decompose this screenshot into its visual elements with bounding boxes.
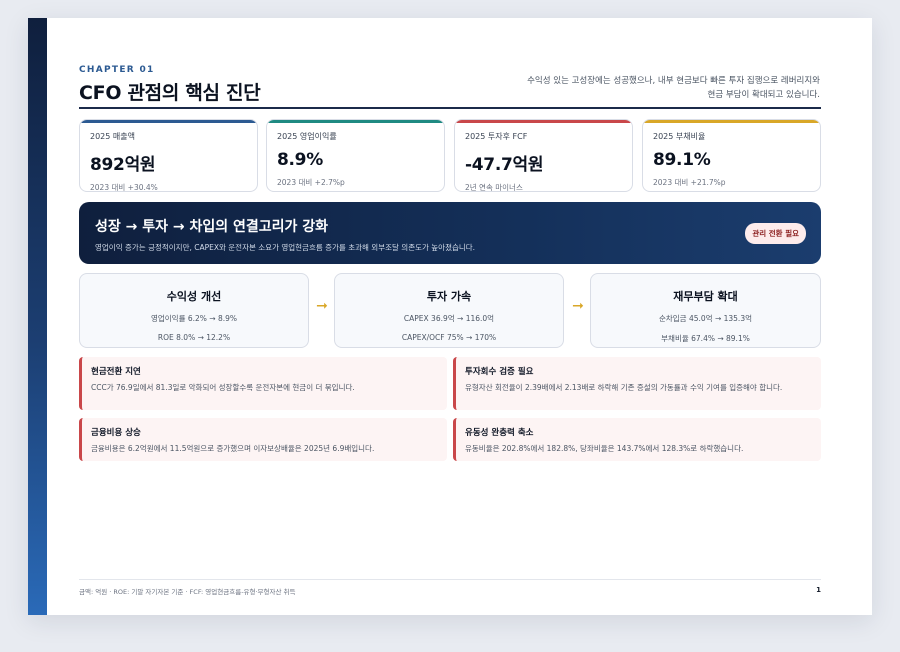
issue-text: 유형자산 회전율이 2.39배에서 2.13배로 하락해 기존 증설의 가동률과… bbox=[465, 383, 783, 392]
accent-bar bbox=[28, 18, 47, 615]
kpi-note: 2023 대비 +30.4% bbox=[90, 183, 158, 192]
kpi-value: -47.7억원 bbox=[465, 155, 544, 175]
kpi-label: 2025 부채비율 bbox=[653, 132, 706, 141]
kpi-note: 2023 대비 +2.7%p bbox=[277, 178, 345, 187]
issue-card-finance-cost: 금융비용 상승 금융비용은 6.2억원에서 11.5억원으로 증가했으며 이자보… bbox=[79, 418, 447, 461]
flow-metric: ROE 8.0% → 12.2% bbox=[157, 333, 231, 342]
kpi-label: 2025 투자후 FCF bbox=[465, 132, 528, 141]
flow-title: 수익성 개선 bbox=[166, 290, 222, 303]
kpi-card-operating-margin: 2025 영업이익률 8.9% 2023 대비 +2.7%p bbox=[266, 119, 445, 192]
flow-metric: 영업이익률 6.2% → 8.9% bbox=[150, 314, 238, 323]
page-number: 1 bbox=[816, 586, 821, 594]
kpi-note: 2023 대비 +21.7%p bbox=[653, 178, 726, 187]
kpi-card-fcf: 2025 투자후 FCF -47.7억원 2년 연속 마이너스 bbox=[454, 119, 633, 192]
flow-card-profitability: 수익성 개선 영업이익률 6.2% → 8.9% ROE 8.0% → 12.2… bbox=[79, 273, 309, 348]
page-title: CFO 관점의 핵심 진단 bbox=[79, 82, 261, 104]
report-page: CHAPTER 01 CFO 관점의 핵심 진단 수익성 있는 고성장에는 성공… bbox=[28, 18, 872, 615]
arrow-right-icon: ➞ bbox=[316, 298, 328, 314]
flow-metric: CAPEX 36.9억 → 116.0억 bbox=[403, 314, 495, 323]
footer-divider bbox=[79, 579, 821, 580]
issue-title: 투자회수 검증 필요 bbox=[465, 367, 534, 377]
flow-title: 재무부담 확대 bbox=[673, 290, 738, 303]
flow-card-financial-burden: 재무부담 확대 순차입금 45.0억 → 135.3억 부채비율 67.4% →… bbox=[590, 273, 821, 348]
issue-card-liquidity: 유동성 완충력 축소 유동비율은 202.8%에서 182.8%, 당좌비율은 … bbox=[453, 418, 821, 461]
kpi-value: 89.1% bbox=[653, 150, 711, 170]
kpi-card-debt-ratio: 2025 부채비율 89.1% 2023 대비 +21.7%p bbox=[642, 119, 821, 192]
flow-title: 투자 가속 bbox=[426, 290, 472, 303]
kpi-label: 2025 매출액 bbox=[90, 132, 135, 141]
status-badge: 관리 전환 필요 bbox=[745, 223, 806, 244]
issue-title: 현금전환 지연 bbox=[91, 367, 141, 377]
issue-text: CCC가 76.9일에서 81.3일로 악화되어 성장할수록 운전자본에 현금이… bbox=[91, 383, 355, 392]
banner-title: 성장 → 투자 → 차입의 연결고리가 강화 bbox=[95, 219, 329, 235]
issue-title: 금융비용 상승 bbox=[91, 428, 141, 438]
flow-metric: 부채비율 67.4% → 89.1% bbox=[661, 334, 750, 343]
kpi-card-revenue: 2025 매출액 892억원 2023 대비 +30.4% bbox=[79, 119, 258, 192]
issue-text: 금융비용은 6.2억원에서 11.5억원으로 증가했으며 이자보상배율은 202… bbox=[91, 444, 375, 453]
chapter-label: CHAPTER 01 bbox=[79, 65, 155, 75]
page-summary: 수익성 있는 고성장에는 성공했으나, 내부 현금보다 빠른 투자 집행으로 레… bbox=[527, 76, 820, 100]
title-divider bbox=[79, 107, 821, 109]
issue-card-investment-recovery: 투자회수 검증 필요 유형자산 회전율이 2.39배에서 2.13배로 하락해 … bbox=[453, 357, 821, 410]
flow-metric: 순차입금 45.0억 → 135.3억 bbox=[658, 314, 752, 323]
kpi-value: 8.9% bbox=[277, 150, 323, 170]
kpi-label: 2025 영업이익률 bbox=[277, 132, 337, 141]
issue-title: 유동성 완충력 축소 bbox=[465, 428, 534, 438]
kpi-note: 2년 연속 마이너스 bbox=[465, 183, 523, 192]
issue-card-cash-conversion: 현금전환 지연 CCC가 76.9일에서 81.3일로 악화되어 성장할수록 운… bbox=[79, 357, 447, 410]
footer-note: 금액: 억원 · ROE: 기말 자기자본 기준 · FCF: 영업현금흐름-유… bbox=[79, 588, 296, 596]
issue-text: 유동비율은 202.8%에서 182.8%, 당좌비율은 143.7%에서 12… bbox=[465, 444, 744, 453]
flow-card-investment: 투자 가속 CAPEX 36.9억 → 116.0억 CAPEX/OCF 75%… bbox=[334, 273, 564, 348]
key-message-banner: 성장 → 투자 → 차입의 연결고리가 강화 영업이익 증가는 긍정적이지만, … bbox=[79, 202, 821, 264]
banner-subtitle: 영업이익 증가는 긍정적이지만, CAPEX와 운전자본 소요가 영업현금흐름 … bbox=[95, 243, 476, 252]
kpi-value: 892억원 bbox=[90, 155, 156, 175]
flow-metric: CAPEX/OCF 75% → 170% bbox=[401, 333, 497, 342]
arrow-right-icon: ➞ bbox=[572, 298, 584, 314]
